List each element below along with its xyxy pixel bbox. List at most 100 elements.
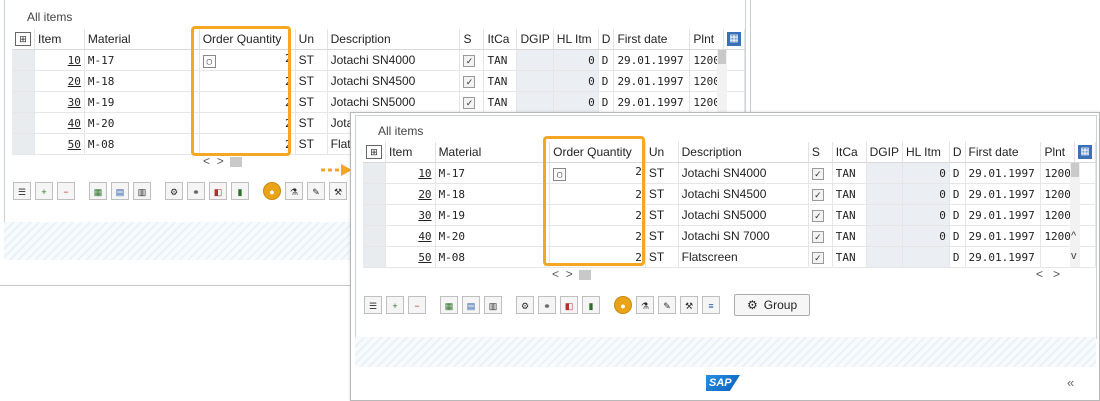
note-icon[interactable]: ✎ (658, 296, 676, 314)
group-button[interactable]: ⚙ Group (734, 294, 811, 316)
table-row[interactable]: 20 M-18 2 ST Jotachi SN4500 ✓ TAN 0 D 29.01.1997 1… (363, 183, 1097, 205)
column-header-first-date[interactable]: First date (613, 29, 691, 50)
table-row[interactable]: 10 M-17 ▢ 2 ST Jotachi SN4000 ✓ TAN 0 D 29.01.1997… (12, 49, 746, 71)
checkbox-checked-icon[interactable]: ✓ (463, 54, 476, 67)
row-selector[interactable] (363, 246, 386, 268)
column-header-itca[interactable]: ItCa (483, 29, 518, 50)
checkbox-checked-icon[interactable]: ✓ (811, 209, 824, 222)
column-settings-icon[interactable]: ⊞ (363, 142, 386, 163)
horizontal-scroll-controls-front[interactable]: < > (552, 267, 591, 281)
scroll-right-button[interactable]: > (1053, 267, 1060, 281)
scroll-right-button[interactable]: > (566, 267, 573, 281)
item-number-link[interactable]: 40 (418, 230, 431, 243)
note-icon[interactable]: ✎ (307, 182, 325, 200)
details-icon[interactable]: ☰ (364, 296, 382, 314)
select-block-icon[interactable]: ▥ (133, 182, 151, 200)
deselect-all-icon[interactable]: ▤ (111, 182, 129, 200)
item-number-link[interactable]: 30 (68, 96, 81, 109)
scroll-up-button[interactable]: ^ (1071, 226, 1077, 246)
column-settings-icon[interactable]: ⊞ (12, 29, 35, 50)
tools-icon[interactable]: ⚒ (680, 296, 698, 314)
pdf-icon[interactable]: ◧ (209, 182, 227, 200)
tools-icon[interactable]: ⚒ (329, 182, 347, 200)
column-header-first-date[interactable]: First date (965, 142, 1042, 163)
item-number-link[interactable]: 20 (418, 188, 431, 201)
column-header-un[interactable]: Un (645, 142, 679, 163)
config-icon[interactable]: ⚙ (516, 296, 534, 314)
checkbox-checked-icon[interactable]: ✓ (811, 188, 824, 201)
deselect-all-icon[interactable]: ▤ (462, 296, 480, 314)
column-header-plnt[interactable]: Plnt (1040, 142, 1075, 163)
column-header-item[interactable]: Item (34, 29, 85, 50)
column-header-material[interactable]: Material (84, 29, 200, 50)
status-checkbox[interactable]: ✓ (459, 70, 485, 92)
status-checkbox[interactable]: ✓ (459, 49, 485, 71)
row-selector[interactable] (363, 183, 386, 205)
details-icon[interactable]: ☰ (13, 182, 31, 200)
column-header-un[interactable]: Un (295, 29, 328, 50)
item-number-link[interactable]: 40 (68, 117, 81, 130)
stack-icon[interactable]: ≡ (702, 296, 720, 314)
table-row[interactable]: 10 M-17 ▢ 2 ST Jotachi SN4000 ✓ TAN 0 D 29.01.1997… (363, 162, 1097, 184)
table-row[interactable]: 30 M-19 2 ST Jotachi SN5000 ✓ TAN 0 D 29.01.1997 1… (12, 91, 746, 113)
column-header-hl-itm[interactable]: HL Itm (902, 142, 950, 163)
checkbox-checked-icon[interactable]: ✓ (463, 75, 476, 88)
scroll-thumb[interactable] (578, 269, 591, 280)
horizontal-scroll-controls-right[interactable]: < > (1036, 267, 1060, 281)
column-header-itca[interactable]: ItCa (832, 142, 867, 163)
column-header-material[interactable]: Material (435, 142, 551, 163)
item-number-link[interactable]: 20 (68, 75, 81, 88)
chart-icon[interactable]: ▮ (231, 182, 249, 200)
horizontal-scroll-controls[interactable]: < > (203, 154, 242, 168)
row-selector[interactable] (12, 49, 35, 71)
coin-icon[interactable]: ● (263, 182, 281, 200)
checkbox-checked-icon[interactable]: ✓ (463, 96, 476, 109)
item-number-link[interactable]: 30 (418, 209, 431, 222)
column-header-s[interactable]: S (808, 142, 833, 163)
column-header-dgip[interactable]: DGIP (516, 29, 554, 50)
select-block-icon[interactable]: ▥ (484, 296, 502, 314)
status-checkbox[interactable]: ✓ (808, 225, 833, 247)
checkbox-checked-icon[interactable]: ✓ (811, 167, 824, 180)
flask-icon[interactable]: ⚗ (636, 296, 654, 314)
scroll-left-button[interactable]: < (552, 267, 559, 281)
scroll-thumb[interactable] (229, 156, 242, 167)
row-selector[interactable] (363, 225, 386, 247)
column-header-hl-itm[interactable]: HL Itm (553, 29, 599, 50)
config-icon[interactable]: ⚙ (165, 182, 183, 200)
column-header-d[interactable]: D (598, 29, 615, 50)
table-row[interactable]: 50 M-08 2 ST Flatscreen ✓ TAN D 29.01.1997 (363, 246, 1097, 268)
scroll-left-button[interactable]: < (1036, 267, 1043, 281)
column-header-description[interactable]: Description (327, 29, 461, 50)
add-row-icon[interactable]: + (35, 182, 53, 200)
select-all-icon[interactable]: ▦ (440, 296, 458, 314)
item-number-link[interactable]: 50 (68, 138, 81, 151)
column-header-d[interactable]: D (949, 142, 966, 163)
item-number-link[interactable]: 50 (418, 251, 431, 264)
column-header-description[interactable]: Description (678, 142, 809, 163)
coin-icon[interactable]: ● (614, 296, 632, 314)
scroll-down-button[interactable]: v (1071, 246, 1077, 266)
table-row[interactable]: 20 M-18 2 ST Jotachi SN4500 ✓ TAN 0 D 29.01.1997 1… (12, 70, 746, 92)
status-checkbox[interactable]: ✓ (808, 246, 833, 268)
group-settings-icon[interactable]: ⚭ (187, 182, 205, 200)
row-selector[interactable] (363, 204, 386, 226)
row-selector[interactable] (12, 91, 35, 113)
collapse-icon[interactable]: « (1067, 375, 1074, 390)
group-settings-icon[interactable]: ⚭ (538, 296, 556, 314)
row-selector[interactable] (363, 162, 386, 184)
status-checkbox[interactable]: ✓ (808, 162, 833, 184)
table-row[interactable]: 40 M-20 2 ST Jotachi SN 7000 ✓ TAN 0 D 29.01.1997… (363, 225, 1097, 247)
checkbox-checked-icon[interactable]: ✓ (811, 251, 824, 264)
chart-icon[interactable]: ▮ (582, 296, 600, 314)
delete-row-icon[interactable]: − (57, 182, 75, 200)
delete-row-icon[interactable]: − (408, 296, 426, 314)
row-selector[interactable] (12, 112, 35, 134)
scroll-right-button[interactable]: > (217, 154, 224, 168)
column-header-item[interactable]: Item (385, 142, 436, 163)
select-all-icon[interactable]: ▦ (89, 182, 107, 200)
status-checkbox[interactable]: ✓ (808, 204, 833, 226)
item-number-link[interactable]: 10 (68, 54, 81, 67)
vertical-scroll-buttons[interactable]: ^ v (1071, 226, 1077, 266)
status-checkbox[interactable]: ✓ (808, 183, 833, 205)
